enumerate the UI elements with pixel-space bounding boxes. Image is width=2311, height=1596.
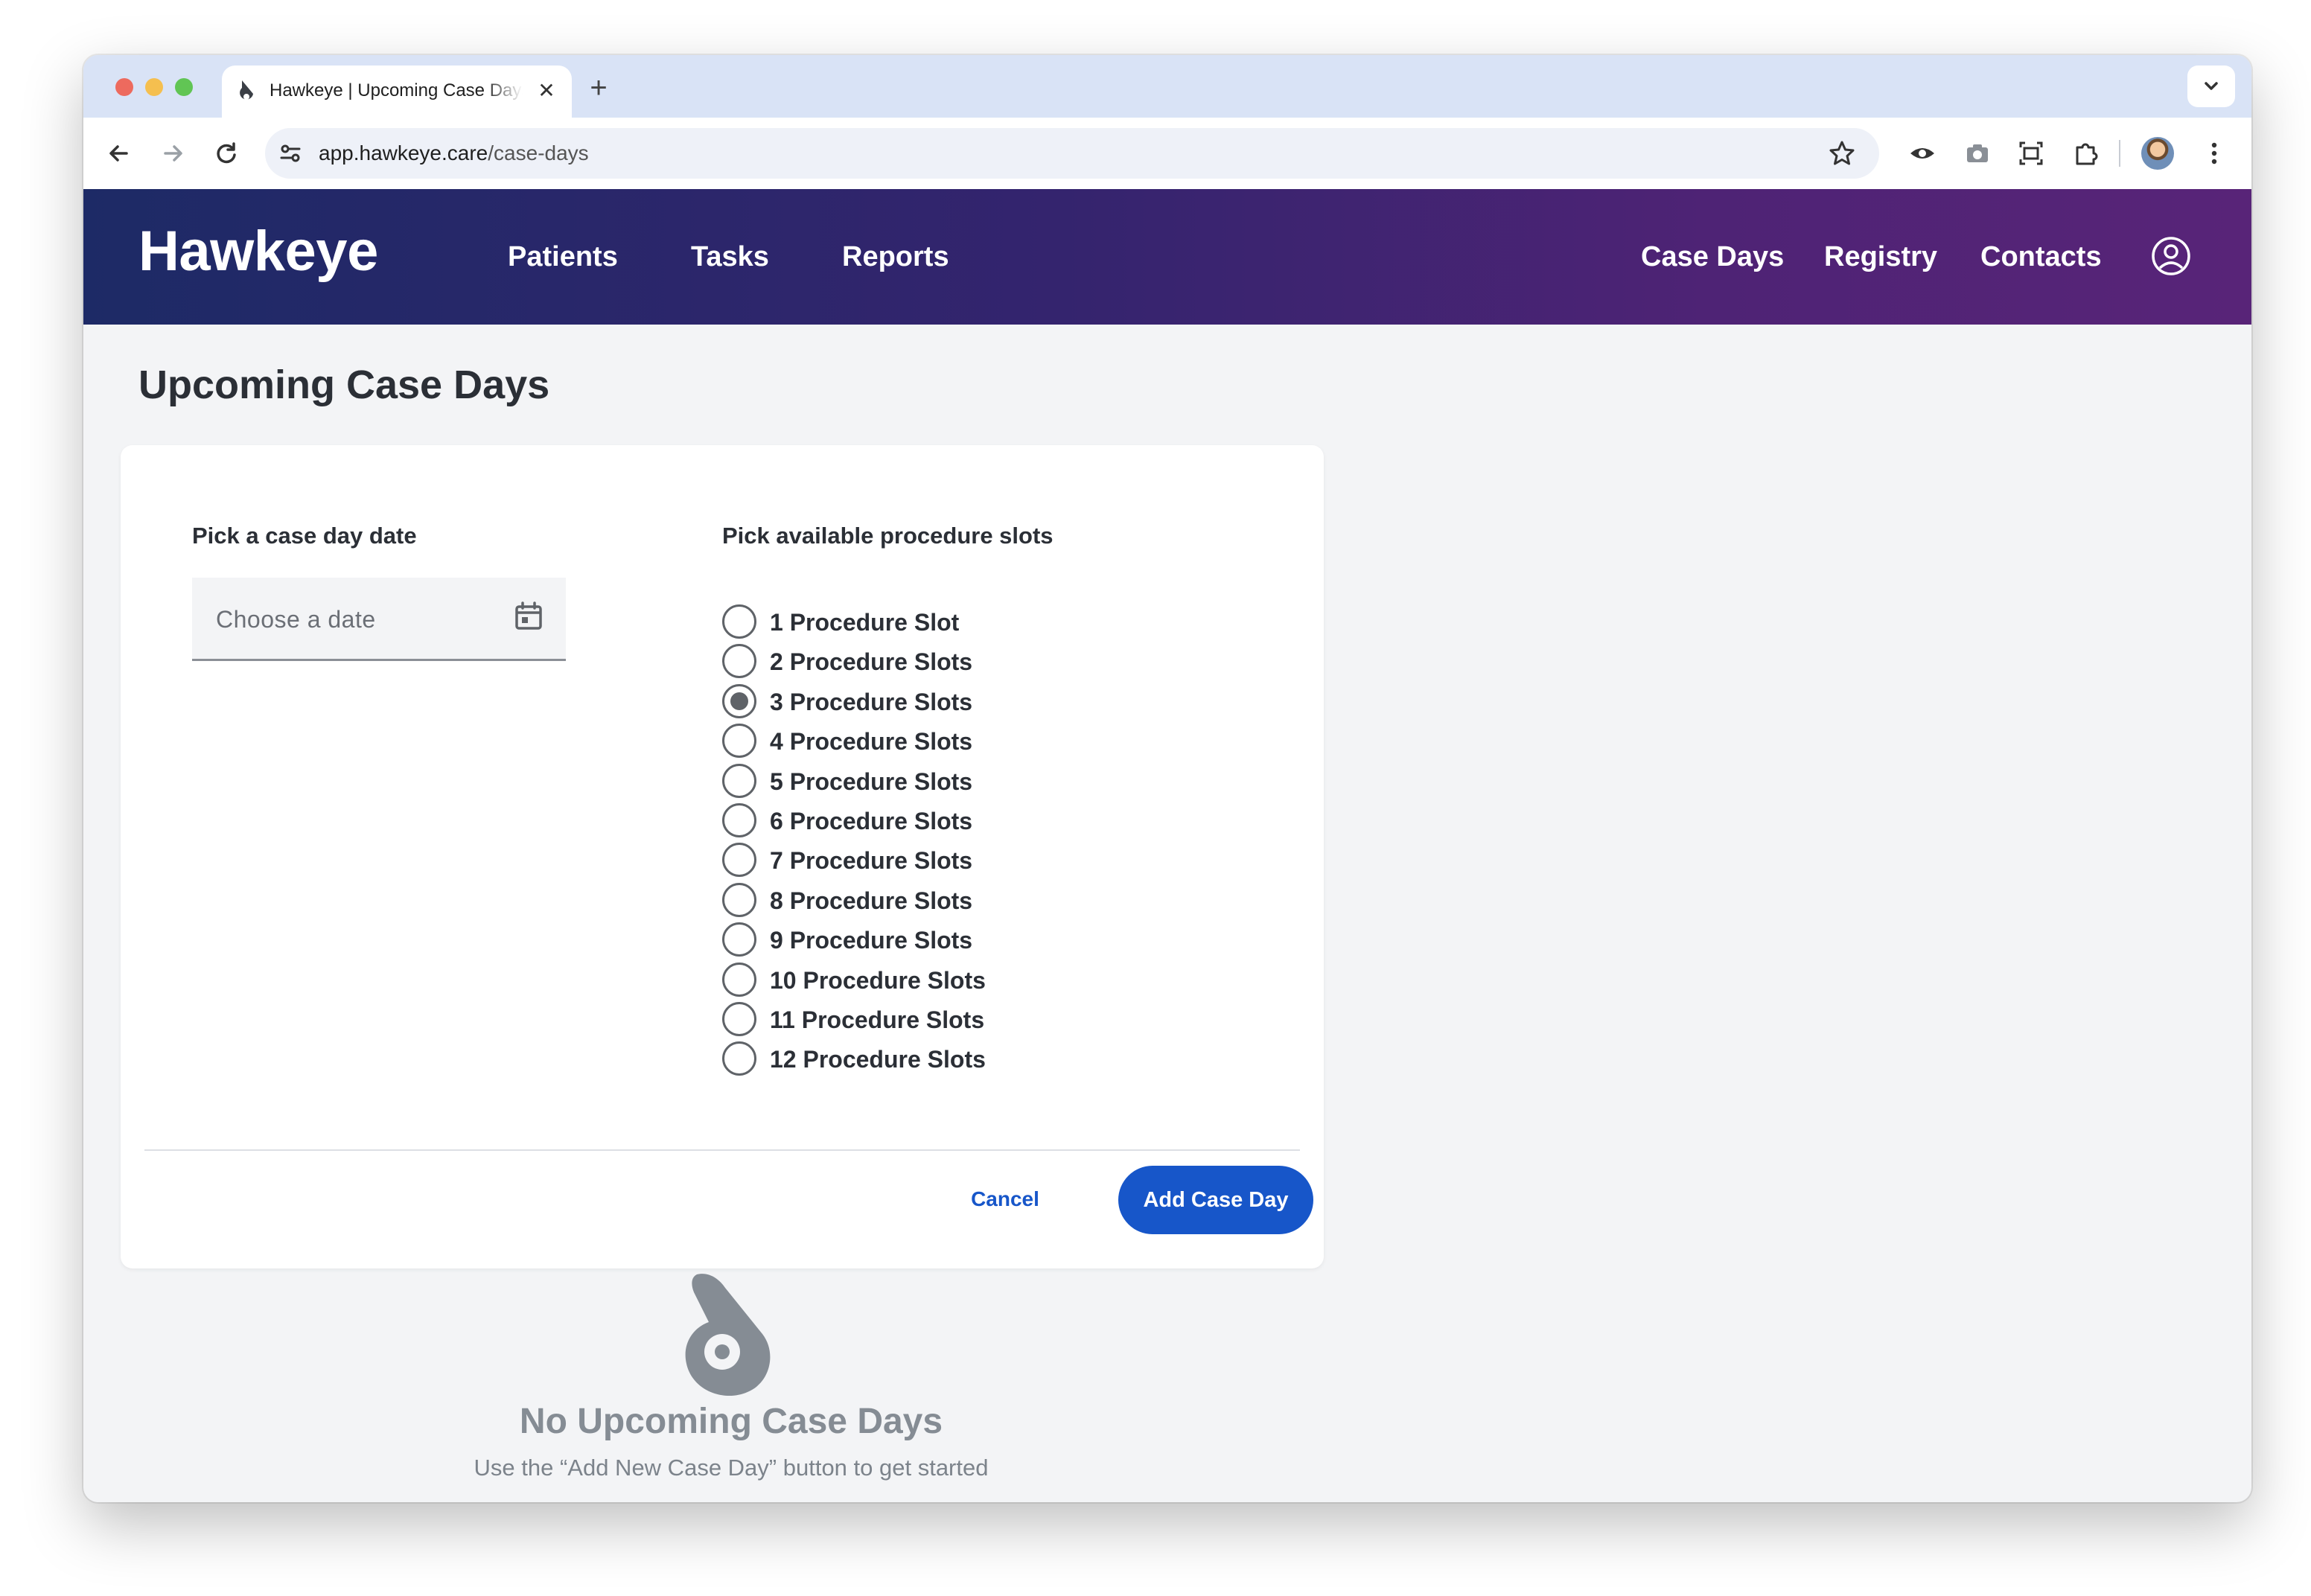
radio-button[interactable] bbox=[722, 1002, 756, 1036]
forward-arrow-icon[interactable] bbox=[155, 135, 191, 171]
chevron-down-icon bbox=[2205, 82, 2218, 90]
extensions-puzzle-icon[interactable] bbox=[2068, 135, 2104, 171]
empty-state-subtitle: Use the “Add New Case Day” button to get… bbox=[474, 1455, 989, 1481]
calendar-icon[interactable] bbox=[512, 600, 545, 633]
procedure-slot-option[interactable]: 1 Procedure Slot bbox=[722, 601, 1094, 640]
eye-extension-icon[interactable] bbox=[1904, 135, 1940, 171]
radio-button[interactable] bbox=[722, 883, 756, 917]
camera-extension-icon[interactable] bbox=[1960, 135, 1995, 171]
date-placeholder: Choose a date bbox=[216, 606, 376, 633]
nav-contacts[interactable]: Contacts bbox=[1980, 241, 2102, 273]
procedure-slot-option[interactable]: 10 Procedure Slots bbox=[722, 960, 1094, 998]
nav-tasks[interactable]: Tasks bbox=[691, 241, 769, 273]
add-case-day-form: Pick a case day date Choose a date Pick … bbox=[121, 445, 1324, 1268]
hawkeye-favicon-icon bbox=[240, 80, 253, 100]
radio-button[interactable] bbox=[722, 764, 756, 798]
account-circle-icon[interactable] bbox=[2150, 235, 2192, 277]
tab-search-button[interactable] bbox=[2187, 66, 2235, 107]
procedure-slot-option[interactable]: 5 Procedure Slots bbox=[722, 761, 1094, 799]
minimize-window-button[interactable] bbox=[145, 78, 163, 96]
procedure-slot-option[interactable]: 9 Procedure Slots bbox=[722, 919, 1094, 958]
radio-button[interactable] bbox=[722, 963, 756, 997]
tab-title: Hawkeye | Upcoming Case Days bbox=[270, 80, 523, 100]
radio-label: 6 Procedure Slots bbox=[770, 808, 973, 834]
procedure-slot-option[interactable]: 2 Procedure Slots bbox=[722, 641, 1094, 680]
slots-section-label: Pick available procedure slots bbox=[722, 523, 1054, 549]
hawkeye-logo-icon bbox=[685, 1274, 771, 1396]
radio-label: 2 Procedure Slots bbox=[770, 648, 973, 675]
date-picker-field[interactable]: Choose a date bbox=[192, 578, 566, 661]
radio-button[interactable] bbox=[722, 922, 756, 957]
nav-case-days[interactable]: Case Days bbox=[1641, 241, 1784, 273]
url-text[interactable]: app.hawkeye.care/case-days bbox=[319, 140, 589, 167]
procedure-slot-option[interactable]: 3 Procedure Slots bbox=[722, 681, 1094, 720]
browser-tab-active[interactable]: Hawkeye | Upcoming Case Days ✕ bbox=[222, 66, 572, 118]
more-menu-icon[interactable] bbox=[2196, 135, 2232, 171]
radio-label: 10 Procedure Slots bbox=[770, 967, 986, 994]
page-title: Upcoming Case Days bbox=[138, 363, 550, 407]
new-tab-button[interactable]: + bbox=[584, 73, 613, 104]
close-window-button[interactable] bbox=[115, 78, 133, 96]
toolbar-divider bbox=[2119, 140, 2120, 167]
brand-logo-text[interactable]: Hawkeye bbox=[138, 219, 378, 284]
back-arrow-icon[interactable] bbox=[101, 135, 137, 171]
url-host: app.hawkeye.care bbox=[319, 141, 488, 165]
radio-button[interactable] bbox=[722, 1041, 756, 1076]
radio-label: 1 Procedure Slot bbox=[770, 609, 960, 636]
radio-label: 8 Procedure Slots bbox=[770, 887, 973, 914]
add-case-day-button[interactable]: Add Case Day bbox=[1118, 1166, 1313, 1234]
url-path: /case-days bbox=[488, 141, 589, 165]
radio-label: 4 Procedure Slots bbox=[770, 728, 973, 755]
radio-label: 5 Procedure Slots bbox=[770, 768, 973, 795]
nav-registry[interactable]: Registry bbox=[1824, 241, 1937, 273]
radio-button[interactable] bbox=[722, 644, 756, 678]
reload-icon[interactable] bbox=[208, 135, 244, 171]
address-bar[interactable]: app.hawkeye.care/case-days bbox=[265, 128, 1879, 179]
radio-label: 11 Procedure Slots bbox=[770, 1006, 985, 1033]
radio-button[interactable] bbox=[722, 604, 756, 639]
procedure-slot-option[interactable]: 8 Procedure Slots bbox=[722, 880, 1094, 919]
radio-button[interactable] bbox=[722, 803, 756, 837]
nav-reports[interactable]: Reports bbox=[842, 241, 949, 273]
radio-button[interactable] bbox=[722, 724, 756, 758]
procedure-slot-option[interactable]: 12 Procedure Slots bbox=[722, 1038, 1094, 1077]
procedure-slot-option[interactable]: 6 Procedure Slots bbox=[722, 800, 1094, 839]
site-settings-icon[interactable] bbox=[277, 140, 304, 167]
maximize-window-button[interactable] bbox=[175, 78, 193, 96]
date-section-label: Pick a case day date bbox=[192, 523, 417, 549]
nav-patients[interactable]: Patients bbox=[508, 241, 618, 273]
procedure-slot-option[interactable]: 4 Procedure Slots bbox=[722, 721, 1094, 759]
radio-label: 12 Procedure Slots bbox=[770, 1046, 986, 1073]
radio-button[interactable] bbox=[722, 843, 756, 877]
app-header: Hawkeye Patients Tasks Reports Case Days… bbox=[83, 189, 2251, 325]
procedure-slot-option[interactable]: 7 Procedure Slots bbox=[722, 840, 1094, 878]
radio-label: 9 Procedure Slots bbox=[770, 927, 973, 954]
browser-toolbar: app.hawkeye.care/case-days bbox=[83, 118, 2251, 189]
form-divider bbox=[144, 1149, 1300, 1151]
procedure-slot-option[interactable]: 11 Procedure Slots bbox=[722, 999, 1094, 1038]
tab-close-icon[interactable]: ✕ bbox=[535, 79, 558, 103]
browser-window: Hawkeye | Upcoming Case Days ✕ + app.haw… bbox=[83, 55, 2251, 1502]
empty-state-title: No Upcoming Case Days bbox=[519, 1402, 943, 1441]
radio-button[interactable] bbox=[722, 684, 756, 718]
browser-profile-avatar[interactable] bbox=[2141, 137, 2174, 170]
radio-label: 7 Procedure Slots bbox=[770, 847, 973, 874]
radio-label: 3 Procedure Slots bbox=[770, 689, 973, 715]
cancel-button[interactable]: Cancel bbox=[953, 1166, 1057, 1233]
screenshot-extension-icon[interactable] bbox=[2013, 135, 2049, 171]
tab-strip: Hawkeye | Upcoming Case Days ✕ + bbox=[83, 55, 2251, 118]
bookmark-star-icon[interactable] bbox=[1827, 138, 1857, 168]
